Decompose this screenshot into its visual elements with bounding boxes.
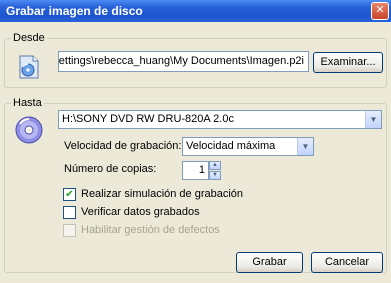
stepper-down-icon[interactable]: ▼ (209, 171, 221, 180)
speed-select-value: Velocidad máxima (186, 140, 276, 152)
drive-select-value: H:\SONY DVD RW DRU-820A 2.0c (62, 113, 234, 125)
copies-label: Número de copias: (64, 163, 157, 175)
browse-button[interactable]: Examinar... (313, 52, 383, 73)
defects-checkbox (63, 224, 76, 237)
simulate-checkbox[interactable]: ✔ (63, 188, 76, 201)
title-bar[interactable]: Grabar imagen de disco ✕ (0, 0, 391, 22)
record-button[interactable]: Grabar (236, 252, 303, 273)
chevron-down-icon[interactable]: ▼ (297, 138, 313, 155)
speed-select[interactable]: Velocidad máxima ▼ (182, 137, 314, 156)
speed-label: Velocidad de grabación: (64, 140, 182, 152)
window-title: Grabar imagen de disco (6, 4, 143, 18)
cancel-button[interactable]: Cancelar (311, 252, 383, 273)
copies-stepper[interactable]: ▲ ▼ (209, 161, 221, 180)
burn-image-dialog: Grabar imagen de disco ✕ Desde uments an… (0, 0, 391, 283)
drive-select[interactable]: H:\SONY DVD RW DRU-820A 2.0c ▼ (58, 110, 382, 129)
source-path-field[interactable]: uments and Settings\rebecca_huang\My Doc… (58, 51, 309, 72)
target-group-label: Hasta (11, 96, 44, 110)
source-path-text: uments and Settings\rebecca_huang\My Doc… (58, 55, 304, 67)
disk-image-file-icon (19, 55, 39, 79)
verify-label: Verificar datos grabados (81, 206, 200, 218)
copies-input[interactable]: 1 (182, 161, 209, 180)
optical-disc-icon (15, 116, 43, 144)
simulate-label: Realizar simulación de grabación (81, 188, 244, 200)
close-button[interactable]: ✕ (371, 2, 389, 20)
stepper-up-icon[interactable]: ▲ (209, 161, 221, 170)
verify-checkbox[interactable] (63, 206, 76, 219)
source-group-label: Desde (11, 31, 47, 45)
defects-label: Habilitar gestión de defectos (81, 224, 220, 236)
chevron-down-icon[interactable]: ▼ (365, 111, 381, 128)
